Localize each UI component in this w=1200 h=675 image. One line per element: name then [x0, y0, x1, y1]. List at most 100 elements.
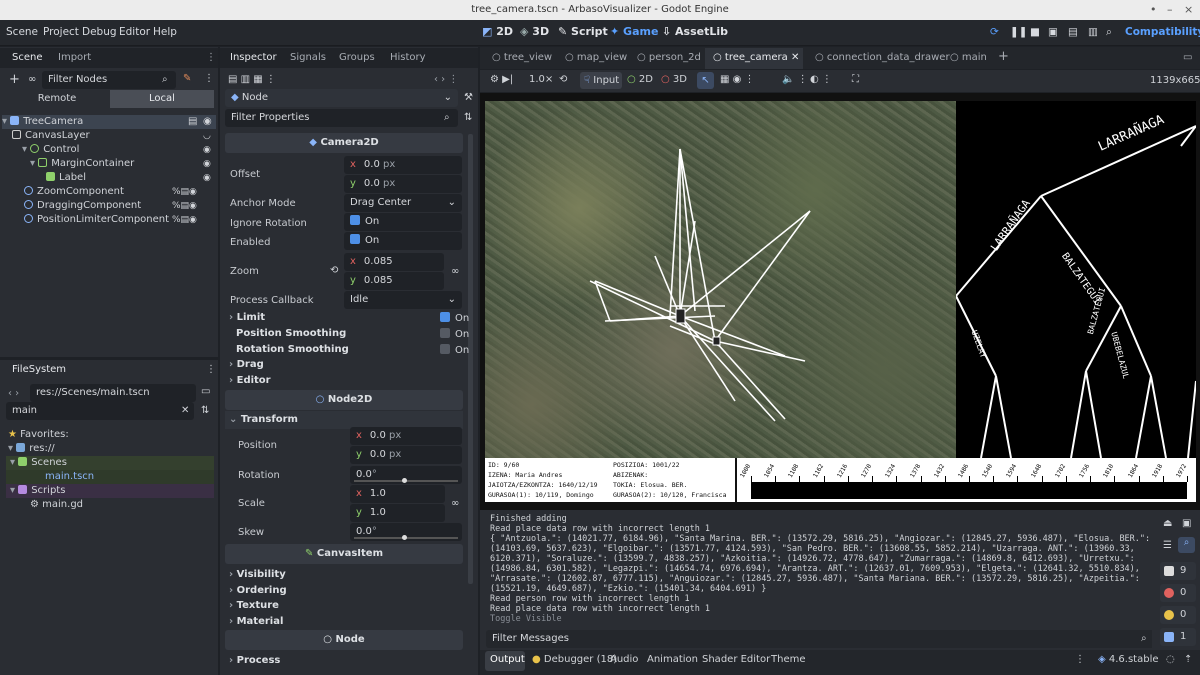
tab-theme[interactable]: Theme	[771, 654, 806, 665]
rotation-slider[interactable]: 0.0°	[350, 466, 462, 484]
clear-icon[interactable]: ✕	[181, 405, 189, 416]
filesystem-title[interactable]: FileSystem	[12, 364, 66, 375]
update-icon[interactable]: ◌	[1166, 654, 1175, 665]
fs-root[interactable]: ▾ res://	[8, 442, 55, 456]
workspace-assetlib[interactable]: ⇩ AssetLib	[662, 25, 728, 38]
link-icon[interactable]: ∞	[451, 498, 459, 509]
expand-panel-icon[interactable]: ⇡	[1184, 654, 1192, 665]
process-callback-select[interactable]: Idle ⌄	[344, 291, 462, 309]
run-custom-icon[interactable]: ▥	[1088, 26, 1098, 38]
layout-icon[interactable]: ▭	[201, 386, 210, 397]
tab-animation[interactable]: Animation	[647, 654, 698, 665]
tab-history[interactable]: History	[390, 52, 426, 63]
tree-node-canvaslayer[interactable]: CanvasLayer	[12, 129, 90, 143]
skew-slider[interactable]: 0.0°	[350, 523, 462, 541]
offset-x-field[interactable]: x 0.0 px	[344, 156, 462, 174]
filter-options-icon[interactable]: ⇅	[464, 112, 472, 123]
inspector-scrollbar[interactable]	[468, 134, 473, 584]
panel-menu-icon[interactable]: ⋮	[1075, 654, 1085, 665]
visibility-toggles[interactable]: ◡ ◉ ◉ ◉	[203, 129, 211, 185]
workspace-game[interactable]: ✦ Game	[610, 25, 658, 38]
speaker-icon[interactable]: 🔈 ⋮	[782, 74, 808, 85]
tab-audio[interactable]: Audio	[610, 654, 638, 665]
filter-nodes-input[interactable]: Filter Nodes	[42, 71, 176, 89]
revert-icon[interactable]: ⟲	[330, 265, 338, 276]
scene-tab-tree-view[interactable]: ○ tree_view	[492, 52, 552, 63]
ordering-group[interactable]: › Ordering	[229, 585, 287, 596]
workspace-3d[interactable]: ◈ 3D	[520, 25, 549, 38]
scene-tab-tree-camera[interactable]: ○ tree_camera ✕	[713, 52, 799, 63]
remote-debug-icon[interactable]: ▣	[1048, 26, 1058, 38]
menu-scene[interactable]: Scene	[6, 26, 38, 38]
tree-node-control[interactable]: ▾ Control	[22, 143, 79, 157]
position-x-field[interactable]: x 0.0 px	[350, 427, 462, 445]
error-count[interactable]: 0	[1160, 584, 1196, 602]
drag-group[interactable]: › Drag	[229, 359, 264, 370]
fs-main-tscn[interactable]: main.tscn	[6, 470, 214, 484]
pause-icon[interactable]: ❚❚	[1010, 26, 1028, 38]
tab-signals[interactable]: Signals	[290, 52, 326, 63]
workspace-2d[interactable]: ◩ 2D	[482, 25, 513, 38]
limit-group[interactable]: › Limit	[229, 312, 265, 323]
speed-select[interactable]: 1.0×	[529, 74, 553, 85]
scene-tab-main[interactable]: ○ main	[950, 52, 987, 63]
tools-icon[interactable]: ⚒	[464, 92, 473, 103]
warning-count[interactable]: 0	[1160, 606, 1196, 624]
filesystem-search-input[interactable]: main	[6, 402, 194, 420]
renderer-select[interactable]: Compatibility	[1125, 26, 1200, 38]
window-menu-button[interactable]: •	[1150, 0, 1157, 20]
tree-node-draggingcomponent[interactable]: DraggingComponent	[24, 199, 141, 213]
menu-icon[interactable]: ⋮	[204, 73, 214, 84]
zoom-x-field[interactable]: x 0.085	[344, 253, 444, 271]
workspace-script[interactable]: ✎ Script	[558, 25, 608, 38]
remote-button[interactable]: Remote	[6, 90, 108, 108]
menu-icon[interactable]: ⋮	[206, 364, 216, 375]
tree-node-zoomcomponent[interactable]: ZoomComponent	[24, 185, 124, 199]
sort-icon[interactable]: ⇅	[201, 405, 209, 416]
menu-debug[interactable]: Debug	[82, 26, 117, 38]
filter-messages-input[interactable]: Filter Messages	[486, 630, 1156, 648]
minimize-button[interactable]: –	[1167, 0, 1173, 20]
process-group[interactable]: › Process	[229, 655, 280, 666]
tree-node-label[interactable]: Label	[46, 171, 86, 185]
tab-debugger[interactable]: ● Debugger (18)	[532, 654, 617, 665]
ignore-rotation-checkbox[interactable]: On	[344, 213, 462, 231]
texture-group[interactable]: › Texture	[229, 600, 279, 611]
object-selector[interactable]: ◆ Node ⌄	[225, 89, 458, 107]
fs-main-gd[interactable]: ⚙ main.gd	[30, 498, 83, 512]
path-field[interactable]: res://Scenes/main.tscn	[30, 384, 196, 402]
reset-icon[interactable]: ⟲	[559, 74, 567, 85]
anchor-mode-select[interactable]: Drag Center ⌄	[344, 194, 462, 212]
menu-editor[interactable]: Editor	[119, 26, 150, 38]
new-resource-icon[interactable]: ▤ ▥ ▦ ⋮	[228, 74, 276, 85]
link-icon[interactable]: ∞	[451, 266, 459, 277]
scene-tab-person-2d[interactable]: ○ person_2d	[637, 52, 701, 63]
position-smoothing-checkbox[interactable]: On	[440, 328, 469, 340]
tree-node-positionlimitercomponent[interactable]: PositionLimiterComponent	[24, 213, 169, 227]
menu-help[interactable]: Help	[153, 26, 177, 38]
tree-node-margincontainer[interactable]: ▾ MarginContainer	[30, 157, 134, 171]
scene-tab-connection-data-drawer[interactable]: ○ connection_data_drawer	[815, 52, 950, 63]
layout-icon[interactable]: ▭	[1183, 52, 1192, 63]
input-toggle[interactable]: ☟ Input	[580, 72, 622, 89]
enabled-checkbox[interactable]: On	[344, 232, 462, 250]
embed-icon[interactable]: ⚙ ▶|	[490, 74, 513, 85]
dock-menu-icon[interactable]: ⋮	[206, 52, 216, 63]
camera-override-icon[interactable]: ◐ ⋮	[810, 74, 832, 85]
copy-icon[interactable]: ▣	[1182, 518, 1191, 529]
offset-y-field[interactable]: y 0.0 px	[344, 175, 462, 193]
add-node-icon[interactable]: +	[9, 72, 20, 87]
scene-tab-map-view[interactable]: ○ map_view	[565, 52, 627, 63]
collapse-icon[interactable]: ☰	[1163, 540, 1172, 551]
2d-toggle[interactable]: ○ 2D	[627, 74, 653, 85]
tab-inspector[interactable]: Inspector	[230, 52, 277, 63]
fs-scenes-folder[interactable]: ▾ Scenes	[6, 456, 214, 470]
material-group[interactable]: › Material	[229, 616, 283, 627]
script-attach-icon[interactable]: ✎	[183, 73, 191, 84]
editor-group[interactable]: › Editor	[229, 375, 271, 386]
fullscreen-icon[interactable]: ⛶	[852, 74, 859, 85]
editor-message-count[interactable]: 1	[1160, 628, 1196, 646]
select-tool-icon[interactable]: ↖	[697, 72, 714, 89]
movie-icon[interactable]: ⌕	[1106, 26, 1112, 39]
tab-scene[interactable]: Scene	[12, 52, 43, 63]
